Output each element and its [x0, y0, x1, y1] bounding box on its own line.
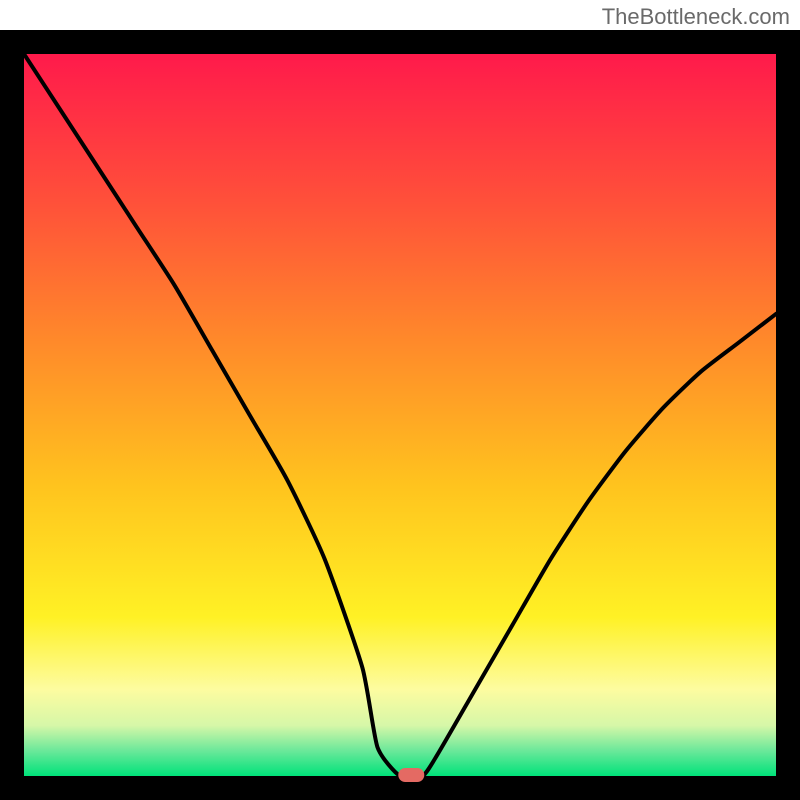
optimal-marker [398, 768, 424, 782]
bottleneck-chart: TheBottleneck.com [0, 0, 800, 800]
watermark-text: TheBottleneck.com [602, 4, 790, 30]
chart-background [24, 54, 776, 776]
chart-svg [0, 0, 800, 800]
